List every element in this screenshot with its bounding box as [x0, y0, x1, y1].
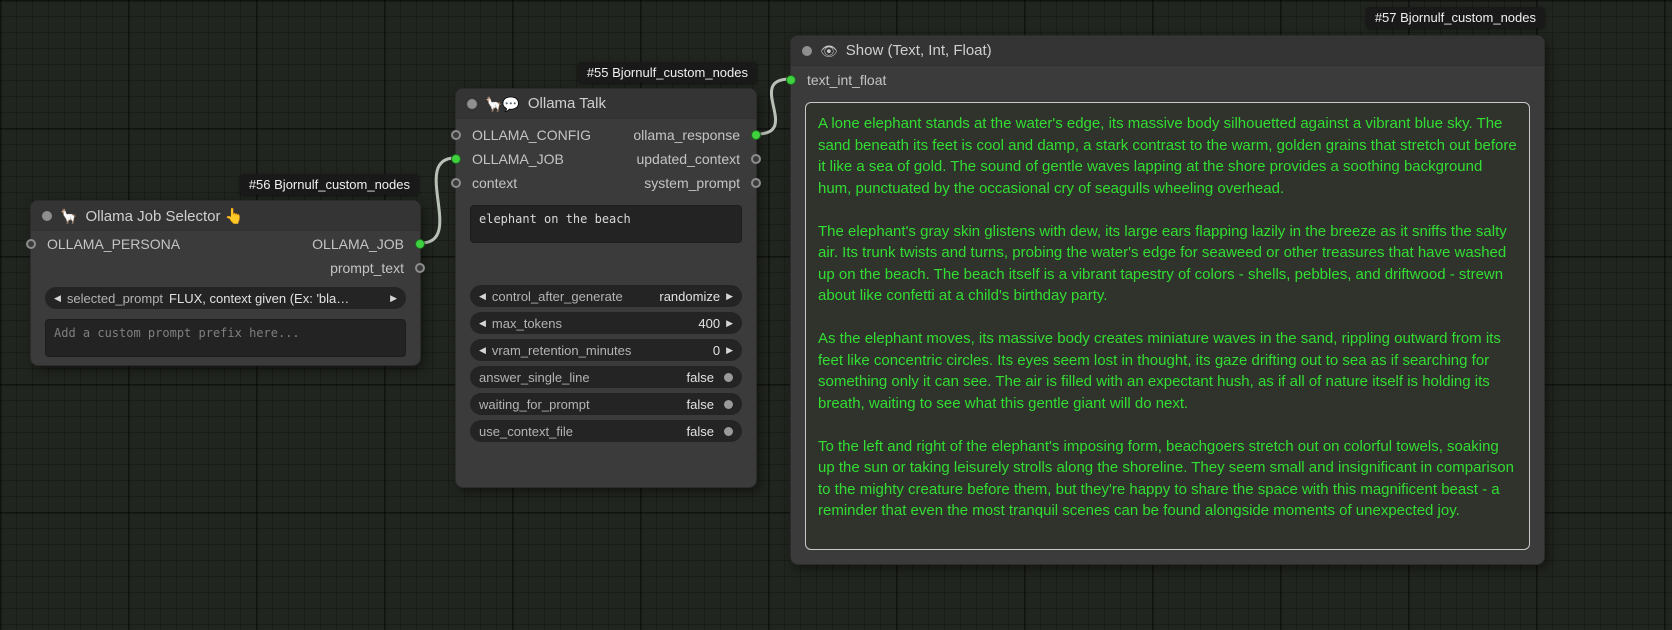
- widget-label: control_after_generate: [492, 289, 623, 304]
- widget-value: randomize: [659, 289, 720, 304]
- combo-label: selected_prompt: [67, 291, 163, 306]
- wire-ollama-response: [757, 79, 790, 134]
- collapse-dot-icon[interactable]: [467, 99, 477, 109]
- use-context-file-toggle[interactable]: use_context_file false: [470, 420, 742, 442]
- widget-label: answer_single_line: [479, 370, 590, 385]
- widget-value: 400: [698, 316, 720, 331]
- input-label: OLLAMA_PERSONA: [47, 236, 180, 252]
- node-title: Show (Text, Int, Float): [846, 42, 992, 59]
- prompt-prefix-input[interactable]: [45, 319, 406, 357]
- toggle-dot-icon[interactable]: [724, 373, 733, 382]
- prompt-input[interactable]: elephant on the beach: [470, 205, 742, 243]
- vram-retention-minutes-stepper[interactable]: ◀ vram_retention_minutes 0 ▶: [470, 339, 742, 361]
- widget-value: false: [687, 424, 714, 439]
- node-titlebar[interactable]: 👁 Show (Text, Int, Float): [791, 36, 1544, 66]
- toggle-dot-icon[interactable]: [724, 400, 733, 409]
- input-slot-ollama-job[interactable]: [451, 154, 461, 164]
- node-id-badge-56: #56 Bjornulf_custom_nodes: [240, 174, 419, 195]
- node-titlebar[interactable]: 🦙💬 Ollama Talk: [456, 89, 756, 119]
- arrow-right-icon[interactable]: ▶: [726, 292, 733, 301]
- input-label: OLLAMA_JOB: [472, 151, 564, 167]
- answer-single-line-toggle[interactable]: answer_single_line false: [470, 366, 742, 388]
- input-slot-context[interactable]: [451, 178, 461, 188]
- output-slot-ollama-response[interactable]: [751, 130, 761, 140]
- input-slot-text-int-float[interactable]: [786, 75, 796, 85]
- arrow-right-icon[interactable]: ▶: [390, 294, 397, 303]
- arrow-right-icon[interactable]: ▶: [726, 346, 733, 355]
- widget-value: false: [687, 397, 714, 412]
- eye-icon: 👁: [820, 44, 838, 58]
- collapse-dot-icon[interactable]: [802, 46, 812, 56]
- arrow-left-icon[interactable]: ◀: [479, 319, 486, 328]
- widget-label: vram_retention_minutes: [492, 343, 631, 358]
- node-ollama-talk[interactable]: 🦙💬 Ollama Talk OLLAMA_CONFIG ollama_resp…: [455, 88, 757, 488]
- output-label: updated_context: [636, 151, 740, 167]
- node-ollama-job-selector[interactable]: 🦙 Ollama Job Selector 👆 OLLAMA_PERSONA O…: [30, 200, 421, 366]
- widget-label: waiting_for_prompt: [479, 397, 590, 412]
- input-label: OLLAMA_CONFIG: [472, 127, 591, 143]
- waiting-for-prompt-toggle[interactable]: waiting_for_prompt false: [470, 393, 742, 415]
- widget-label: use_context_file: [479, 424, 573, 439]
- output-slot-prompt-text[interactable]: [415, 263, 425, 273]
- output-label: OLLAMA_JOB: [312, 236, 404, 252]
- widget-value: 0: [713, 343, 720, 358]
- arrow-left-icon[interactable]: ◀: [54, 294, 61, 303]
- node-show-text-int-float[interactable]: 👁 Show (Text, Int, Float) text_int_float…: [790, 35, 1545, 565]
- widget-value: false: [687, 370, 714, 385]
- output-slot-ollama-job[interactable]: [415, 239, 425, 249]
- output-slot-updated-context[interactable]: [751, 154, 761, 164]
- combo-value: FLUX, context given (Ex: 'bla…: [169, 291, 384, 306]
- max-tokens-stepper[interactable]: ◀ max_tokens 400 ▶: [470, 312, 742, 334]
- arrow-right-icon[interactable]: ▶: [726, 319, 733, 328]
- input-label: context: [472, 175, 517, 191]
- arrow-left-icon[interactable]: ◀: [479, 292, 486, 301]
- input-slot-ollama-persona[interactable]: [26, 239, 36, 249]
- output-label: prompt_text: [330, 260, 404, 276]
- node-titlebar[interactable]: 🦙 Ollama Job Selector 👆: [31, 201, 420, 231]
- node-title: Ollama Job Selector 👆: [85, 207, 243, 225]
- node-id-badge-57: #57 Bjornulf_custom_nodes: [1366, 7, 1545, 28]
- widget-label: max_tokens: [492, 316, 562, 331]
- llama-icon: 🦙: [60, 209, 77, 223]
- node-graph-canvas[interactable]: #56 Bjornulf_custom_nodes #55 Bjornulf_c…: [0, 0, 1672, 630]
- collapse-dot-icon[interactable]: [42, 211, 52, 221]
- node-title: Ollama Talk: [528, 95, 606, 112]
- input-slot-ollama-config[interactable]: [451, 130, 461, 140]
- show-text-output[interactable]: A lone elephant stands at the water's ed…: [805, 102, 1530, 550]
- node-id-badge-55: #55 Bjornulf_custom_nodes: [578, 62, 757, 83]
- output-slot-system-prompt[interactable]: [751, 178, 761, 188]
- toggle-dot-icon[interactable]: [724, 427, 733, 436]
- arrow-left-icon[interactable]: ◀: [479, 346, 486, 355]
- output-label: ollama_response: [633, 127, 740, 143]
- selected-prompt-combo[interactable]: ◀ selected_prompt FLUX, context given (E…: [45, 287, 406, 309]
- control-after-generate-combo[interactable]: ◀ control_after_generate randomize ▶: [470, 285, 742, 307]
- input-label: text_int_float: [807, 72, 886, 88]
- output-label: system_prompt: [644, 175, 740, 191]
- node-spacer: [456, 243, 756, 285]
- wire-ollama-job: [421, 158, 455, 243]
- llama-chat-icon: 🦙💬: [485, 97, 520, 111]
